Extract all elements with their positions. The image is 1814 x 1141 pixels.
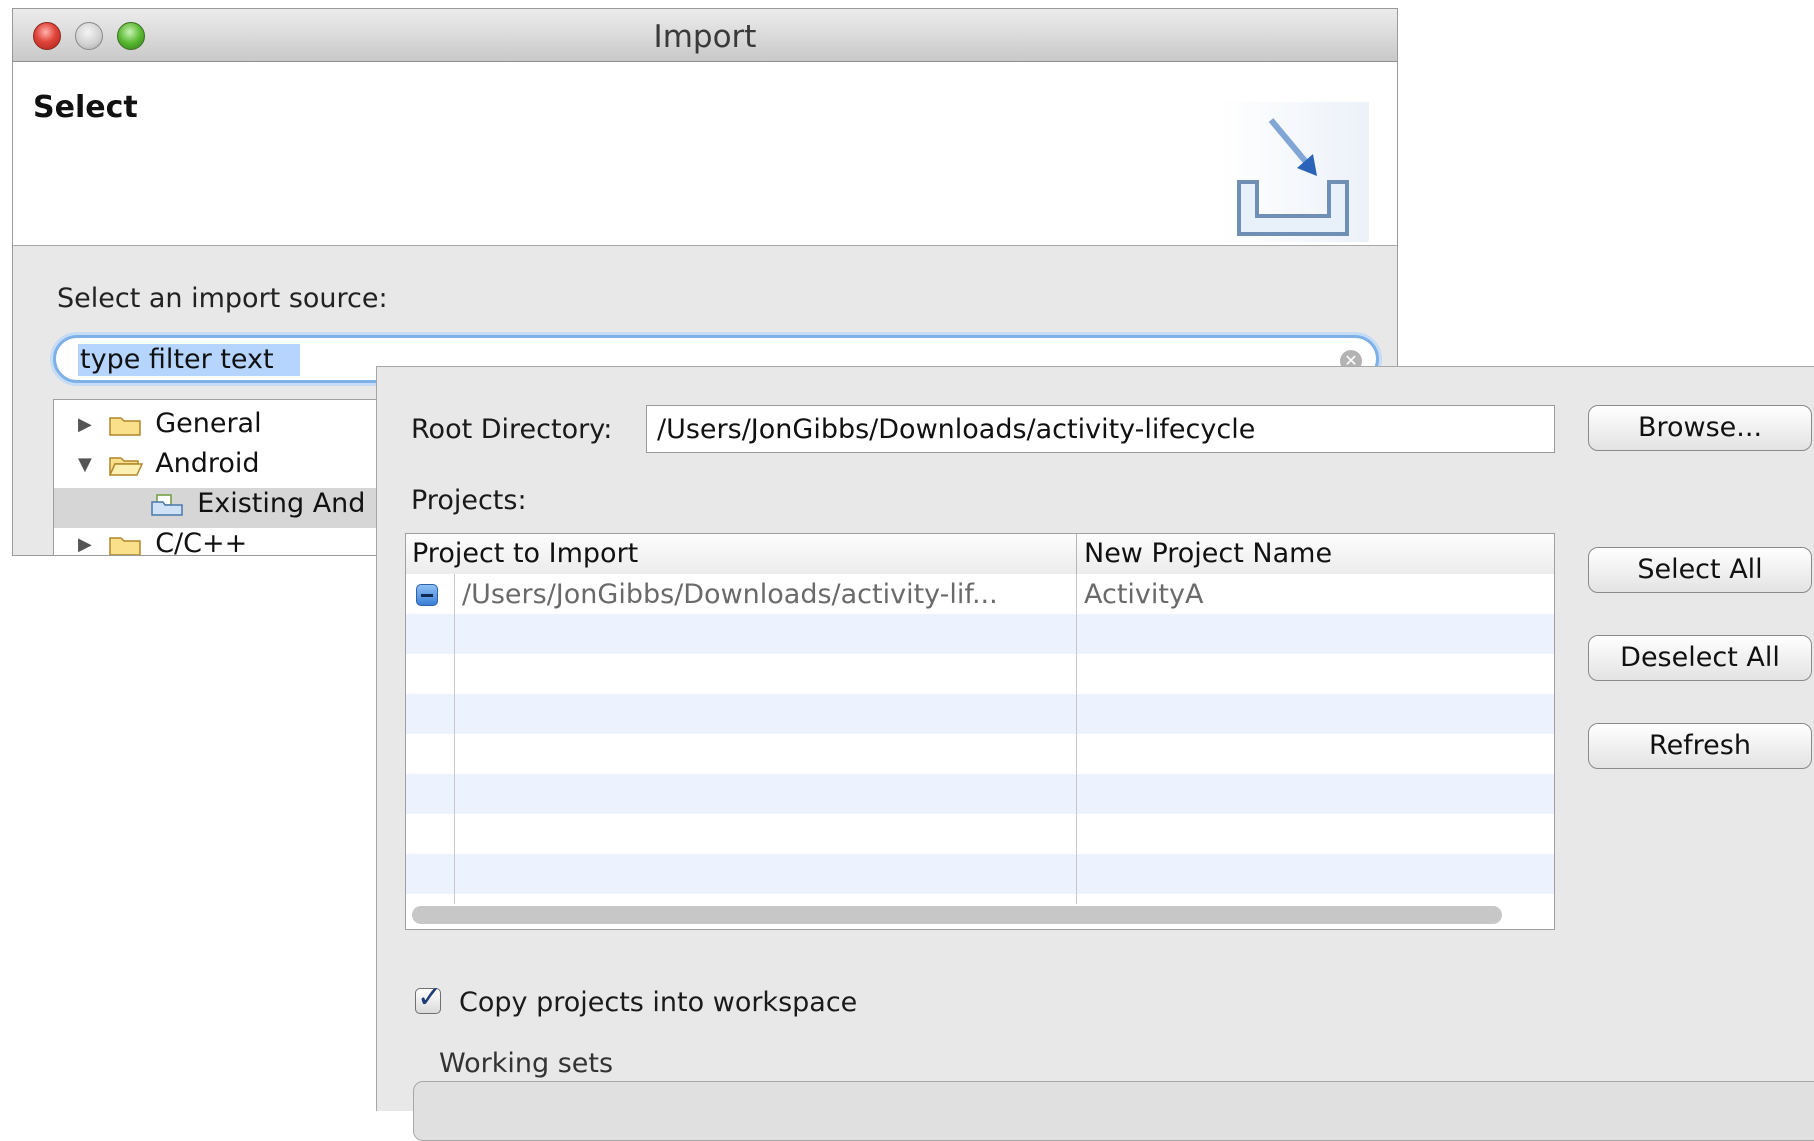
select-all-button[interactable]: Select All [1588, 547, 1812, 593]
column-divider [454, 574, 455, 904]
browse-button[interactable]: Browse... [1588, 405, 1812, 451]
copy-projects-label[interactable]: Copy projects into workspace [459, 987, 857, 1018]
horizontal-scrollbar[interactable] [412, 906, 1502, 924]
project-path-cell: /Users/JonGibbs/Downloads/activity-lif..… [462, 579, 998, 610]
projects-table: Project to Import New Project Name /User… [405, 533, 1555, 930]
window-title: Import [653, 19, 757, 55]
projects-label: Projects: [411, 485, 527, 516]
import-source-label: Select an import source: [57, 283, 388, 314]
project-checkbox-partial[interactable] [416, 584, 438, 606]
tree-item-label: C/C++ [155, 528, 248, 556]
tree-item-general[interactable]: ▶ General [78, 408, 262, 448]
table-row-empty [406, 654, 1554, 694]
import-wizard-icon [1219, 102, 1369, 242]
new-project-name-cell[interactable]: ActivityA [1084, 579, 1203, 610]
table-row-empty [406, 814, 1554, 854]
folder-icon [108, 416, 141, 436]
wizard-banner: Select [13, 62, 1397, 246]
tree-item-c-cpp[interactable]: ▶ C/C++ [78, 528, 248, 556]
title-bar: Import [13, 9, 1397, 62]
column-divider [1076, 574, 1077, 904]
tree-item-label: Existing And [197, 488, 366, 519]
open-folder-icon [108, 456, 143, 476]
column-divider[interactable] [1076, 534, 1077, 574]
import-projects-panel: Root Directory: Browse... Projects: Proj… [376, 366, 1814, 1141]
collapse-arrow-icon[interactable]: ▼ [78, 454, 100, 475]
expand-arrow-icon[interactable]: ▶ [78, 534, 100, 555]
expand-arrow-icon[interactable]: ▶ [78, 414, 100, 435]
tree-item-label: General [155, 408, 262, 439]
folder-icon [108, 536, 141, 555]
table-row-empty [406, 854, 1554, 894]
tree-item-android[interactable]: ▼ Android [78, 448, 260, 488]
working-sets-group [413, 1081, 1814, 1141]
table-row-empty [406, 774, 1554, 814]
copy-projects-checkbox[interactable] [415, 980, 442, 1015]
refresh-button[interactable]: Refresh [1588, 723, 1812, 769]
table-row-empty [406, 614, 1554, 654]
table-row-empty [406, 694, 1554, 734]
tree-item-label: Android [155, 448, 260, 479]
deselect-all-button[interactable]: Deselect All [1588, 635, 1812, 681]
root-directory-input[interactable] [646, 405, 1555, 453]
column-header-project-to-import[interactable]: Project to Import [412, 538, 638, 569]
working-sets-label: Working sets [439, 1048, 614, 1079]
table-row-empty [406, 734, 1554, 774]
wizard-page-title: Select [33, 90, 138, 125]
column-header-new-project-name[interactable]: New Project Name [1084, 538, 1332, 569]
android-project-icon [150, 493, 183, 516]
root-directory-label: Root Directory: [411, 414, 613, 445]
table-header: Project to Import New Project Name [406, 534, 1554, 575]
